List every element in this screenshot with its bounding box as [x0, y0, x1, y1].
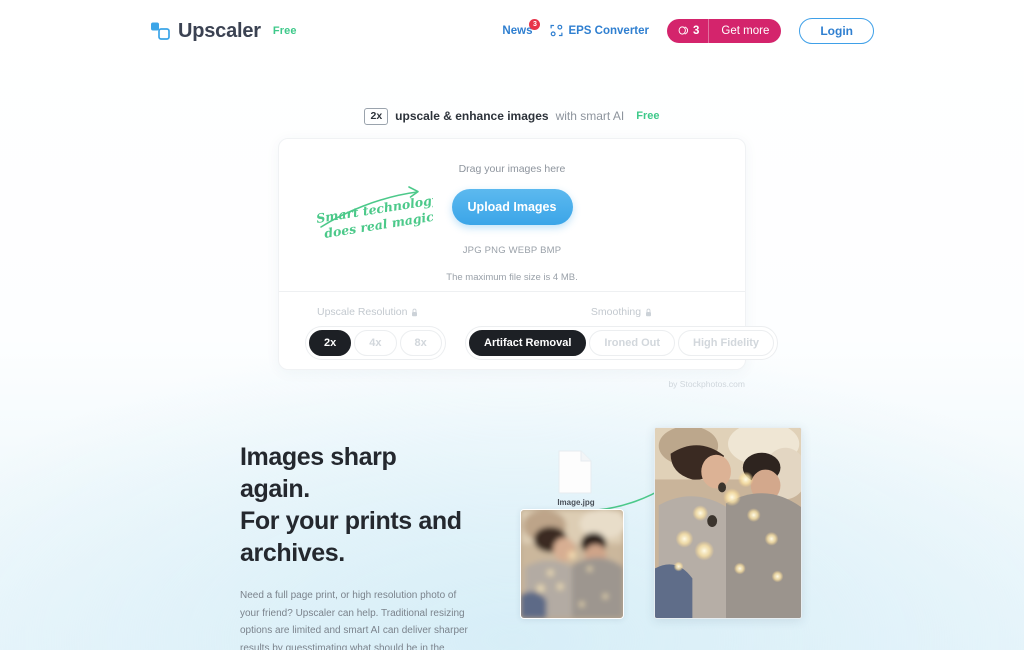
resolution-pill-row: 2x 4x 8x	[305, 326, 446, 361]
smoothing-option-artifact-removal[interactable]: Artifact Removal	[469, 330, 587, 357]
resolution-option-4x[interactable]: 4x	[354, 330, 397, 357]
feature-body-text: Need a full page print, or high resoluti…	[240, 590, 468, 650]
credits-pill[interactable]: 3 Get more	[667, 18, 782, 43]
nav-eps-converter[interactable]: EPS Converter	[550, 24, 649, 37]
before-image-blurry	[520, 509, 624, 619]
upscale-resolution-group: Upscale Resolution 2x 4x 8x	[305, 306, 446, 361]
smoothing-option-ironed-out[interactable]: Ironed Out	[589, 330, 676, 357]
tagline-free-badge: Free	[636, 110, 660, 123]
feature-title: Images sharp again. For your prints and …	[240, 441, 470, 569]
upscale-resolution-label-row: Upscale Resolution	[305, 306, 446, 318]
brand-plan-badge: Free	[272, 25, 297, 37]
news-badge: 3	[529, 18, 541, 30]
feature-title-line-2: For your prints and	[240, 507, 462, 535]
handwritten-annotation: Smart technology does real magic!	[313, 183, 441, 245]
credits-count-group[interactable]: 3	[667, 25, 708, 37]
feature-title-line-3: archives.	[240, 539, 345, 567]
resolution-option-2x[interactable]: 2x	[309, 330, 352, 357]
feature-title-line-1: Images sharp again.	[240, 443, 397, 503]
drag-hint-text: Drag your images here	[458, 163, 566, 175]
login-button[interactable]: Login	[799, 17, 874, 45]
supported-formats-text: JPG PNG WEBP BMP	[462, 245, 562, 256]
smoothing-label: Smoothing	[590, 306, 642, 318]
max-filesize-text: The maximum file size is 4 MB.	[446, 272, 578, 283]
handwriting-line-1: Smart technology	[315, 192, 433, 226]
smoothing-option-high-fidelity[interactable]: High Fidelity	[678, 330, 775, 357]
lock-icon	[411, 308, 418, 317]
tagline-strong: upscale & enhance images	[395, 109, 549, 124]
brand-logo[interactable]: Upscaler Free	[150, 20, 297, 43]
hero-tagline: 2x upscale & enhance images with smart A…	[0, 108, 1024, 125]
feature-text-block: Images sharp again. For your prints and …	[240, 441, 470, 650]
resolution-option-8x[interactable]: 8x	[399, 330, 442, 357]
handwriting-line-2: does real magic!	[323, 208, 433, 241]
after-image-sharp	[654, 427, 802, 619]
stockphotos-credit[interactable]: by Stockphotos.com	[668, 379, 745, 389]
nav-news[interactable]: News 3	[502, 18, 541, 37]
credit-coin-icon	[678, 26, 689, 36]
smoothing-group: Smoothing Artifact Removal Ironed Out Hi…	[465, 306, 779, 361]
site-header: Upscaler Free News 3 EPS Converter 3 Get…	[0, 0, 1024, 62]
scale-badge: 2x	[364, 108, 389, 125]
smoothing-label-row: Smoothing	[465, 306, 778, 318]
nav-eps-label: EPS Converter	[568, 24, 649, 37]
document-file-icon	[558, 450, 592, 494]
nav-news-label: News	[502, 24, 533, 37]
feature-section: Images sharp again. For your prints and …	[0, 427, 1024, 650]
smoothing-pill-row: Artifact Removal Ironed Out High Fidelit…	[465, 326, 779, 361]
upscaler-logo-icon	[150, 21, 170, 41]
get-more-credits-label[interactable]: Get more	[709, 25, 781, 37]
upscale-resolution-label: Upscale Resolution	[317, 306, 408, 318]
options-section: Upscale Resolution 2x 4x 8x Smoothing Ar…	[279, 292, 779, 371]
upload-images-button[interactable]: Upload Images	[451, 189, 573, 225]
dropzone[interactable]: Drag your images here Upload Images JPG …	[279, 139, 745, 291]
credits-count: 3	[693, 24, 700, 37]
upload-card: Drag your images here Upload Images JPG …	[278, 138, 779, 389]
tagline-dim: with smart AI	[555, 109, 625, 124]
eps-converter-icon	[550, 24, 563, 37]
header-nav: News 3 EPS Converter 3 Get more Login	[502, 17, 874, 45]
feature-illustration: Image.jpg	[500, 427, 830, 630]
brand-name: Upscaler	[178, 19, 261, 42]
lock-icon	[645, 308, 652, 317]
